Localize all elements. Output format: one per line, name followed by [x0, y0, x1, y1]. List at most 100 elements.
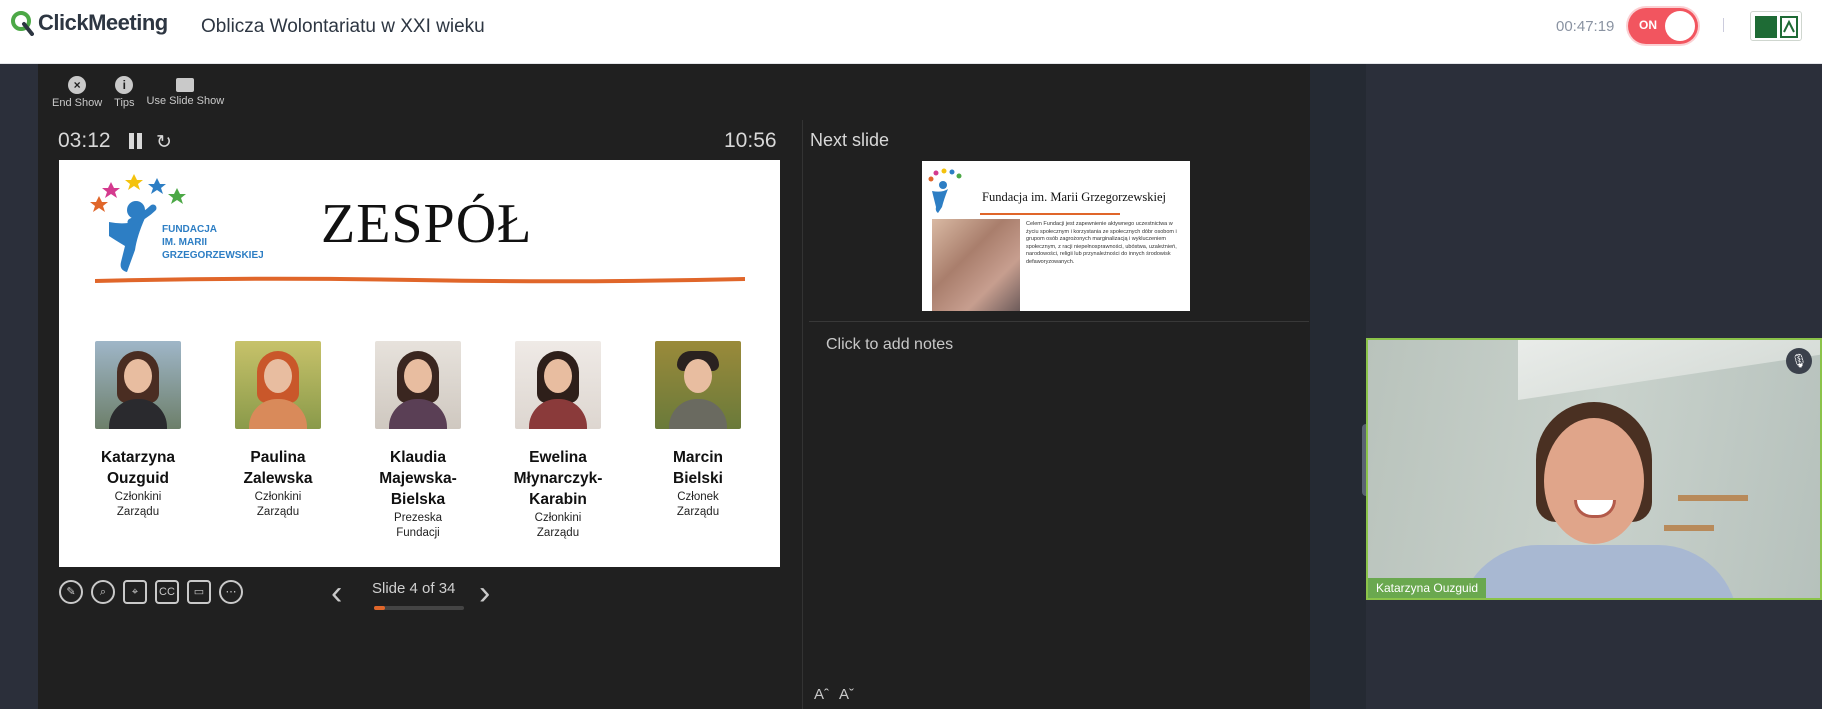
member-role-line: Członkini: [114, 491, 162, 503]
member-name-line: Majewska-: [379, 470, 457, 487]
previous-slide-icon[interactable]: ‹: [331, 576, 342, 610]
member-role-line: Zarządu: [256, 506, 300, 518]
member-role-line: Fundacji: [396, 527, 440, 539]
member-name-line: Młynarczyk-: [513, 470, 603, 487]
increase-font-icon[interactable]: Aˆ: [814, 686, 829, 703]
member-name: Marcin Bielski: [628, 447, 768, 489]
member-role: Członkini Zarządu: [208, 490, 348, 520]
member-name: Paulina Zalewska: [208, 447, 348, 489]
member-role-line: Członkini: [534, 512, 582, 524]
member-photo: [95, 341, 181, 429]
member-photo: [515, 341, 601, 429]
current-slide: FUNDACJA IM. MARII GRZEGORZEWSKIEJ ZESPÓ…: [59, 160, 780, 567]
camera-icon[interactable]: ▭: [187, 580, 211, 604]
member-role: Prezeska Fundacji: [348, 511, 488, 541]
notes-area[interactable]: Click to add notes: [826, 336, 953, 354]
laser-pointer-icon[interactable]: ⌖: [123, 580, 147, 604]
logo-line: IM. MARII: [162, 237, 207, 248]
pen-icon[interactable]: ✎: [59, 580, 83, 604]
divider: [802, 120, 803, 709]
next-slide-thumbnail[interactable]: Fundacja im. Marii Grzegorzewskiej Celem…: [922, 161, 1190, 311]
member-role: Członkini Zarządu: [68, 490, 208, 520]
slide-title: ZESPÓŁ: [321, 193, 533, 255]
orange-brush-line: [980, 213, 1120, 215]
member-name-line: Bielska: [390, 491, 446, 508]
member-role: Członek Zarządu: [628, 490, 768, 520]
use-slide-show-button[interactable]: Use Slide Show: [146, 76, 225, 109]
clickmeeting-logo: ClickMeeting: [10, 10, 168, 36]
participant-name-tag: Katarzyna Ouzguid: [1368, 578, 1487, 598]
member-photo: [655, 341, 741, 429]
clickmeeting-logo-icon: [11, 11, 34, 36]
logo-line: GRZEGORZEWSKIEJ: [162, 250, 264, 261]
notes-font-controls: Aˆ Aˇ: [814, 686, 854, 703]
recording-toggle[interactable]: ON: [1628, 8, 1698, 44]
team-member: Katarzyna Ouzguid Członkini Zarządu: [68, 341, 208, 520]
member-name-line: Zalewska: [243, 470, 313, 487]
elapsed-timer: 03:12: [58, 129, 111, 152]
info-icon: i: [115, 76, 134, 94]
video-background: [1664, 525, 1714, 531]
orange-brush-line: [95, 276, 745, 284]
foundation-logo-text: FUNDACJA IM. MARII GRZEGORZEWSKIEJ: [162, 223, 264, 262]
hands-photo: [932, 219, 1020, 311]
member-name-line: Ewelina: [529, 449, 587, 466]
slide-tools: ✎ ⌕ ⌖ CC ▭ ⋯: [59, 580, 243, 604]
more-options-icon[interactable]: ⋯: [219, 580, 243, 604]
tips-button[interactable]: i Tips: [114, 76, 135, 109]
member-role-line: Zarządu: [116, 506, 160, 518]
slide-counter: Slide 4 of 34: [372, 580, 456, 597]
top-bar: ClickMeeting Oblicza Wolontariatu w XXI …: [0, 0, 1822, 64]
member-name-line: Katarzyna: [100, 449, 176, 466]
member-name-line: Klaudia: [390, 449, 446, 466]
close-icon: ×: [68, 76, 87, 94]
member-role-line: Zarządu: [676, 506, 720, 518]
organization-logo: [1750, 11, 1802, 41]
meeting-title: Oblicza Wolontariatu w XXI wieku: [201, 16, 485, 37]
slides-icon: [176, 78, 195, 92]
divider: [809, 321, 1309, 322]
member-name-line: Karabin: [529, 491, 587, 508]
video-person: [1544, 418, 1644, 544]
member-name-line: Ouzguid: [107, 470, 169, 487]
member-name: Katarzyna Ouzguid: [68, 447, 208, 489]
tips-label: Tips: [114, 97, 135, 109]
panel-gutter: [1310, 64, 1366, 709]
next-slide-body: Celem Fundacji jest zapewnienie aktywneg…: [1026, 221, 1177, 265]
next-slide-icon[interactable]: ›: [479, 576, 490, 610]
presenter-view: × End Show i Tips Use Slide Show 03:12 ↻…: [38, 64, 1344, 709]
member-photo: [375, 341, 461, 429]
current-time: 10:56: [724, 129, 777, 152]
member-photo: [235, 341, 321, 429]
end-show-button[interactable]: × End Show: [52, 76, 102, 109]
restart-timer-icon[interactable]: ↻: [156, 131, 172, 154]
team-member: Marcin Bielski Członek Zarządu: [628, 341, 768, 520]
foundation-logo-icon: [928, 168, 962, 213]
divider: [1723, 18, 1724, 32]
member-role-line: Zarządu: [536, 527, 580, 539]
video-background: [1678, 495, 1748, 501]
recording-toggle-label: ON: [1639, 18, 1657, 32]
next-slide-title: Fundacja im. Marii Grzegorzewskiej: [982, 190, 1166, 204]
member-name-line: Bielski: [673, 470, 723, 487]
member-role: Członkini Zarządu: [488, 511, 628, 541]
member-role-line: Członek: [677, 491, 719, 503]
zoom-icon[interactable]: ⌕: [91, 580, 115, 604]
use-slide-show-label: Use Slide Show: [146, 95, 225, 107]
pause-icon[interactable]: [129, 133, 143, 149]
slide-progress-fill: [374, 606, 385, 610]
member-name: Klaudia Majewska- Bielska: [348, 447, 488, 510]
main-area: × End Show i Tips Use Slide Show 03:12 ↻…: [0, 64, 1822, 709]
team-member: Ewelina Młynarczyk- Karabin Członkini Za…: [488, 341, 628, 541]
team-member: Klaudia Majewska- Bielska Prezeska Funda…: [348, 341, 488, 541]
member-name-line: Marcin: [673, 449, 723, 466]
decrease-font-icon[interactable]: Aˇ: [839, 686, 854, 703]
member-role-line: Członkini: [254, 491, 302, 503]
logo-line: FUNDACJA: [162, 224, 217, 235]
toggle-knob: [1665, 11, 1695, 41]
member-role-line: Prezeska: [394, 512, 442, 524]
participant-video[interactable]: 🎙 Katarzyna Ouzguid: [1366, 338, 1822, 600]
subtitles-icon[interactable]: CC: [155, 580, 179, 604]
microphone-icon[interactable]: 🎙: [1786, 348, 1812, 374]
next-slide-label: Next slide: [810, 130, 890, 150]
